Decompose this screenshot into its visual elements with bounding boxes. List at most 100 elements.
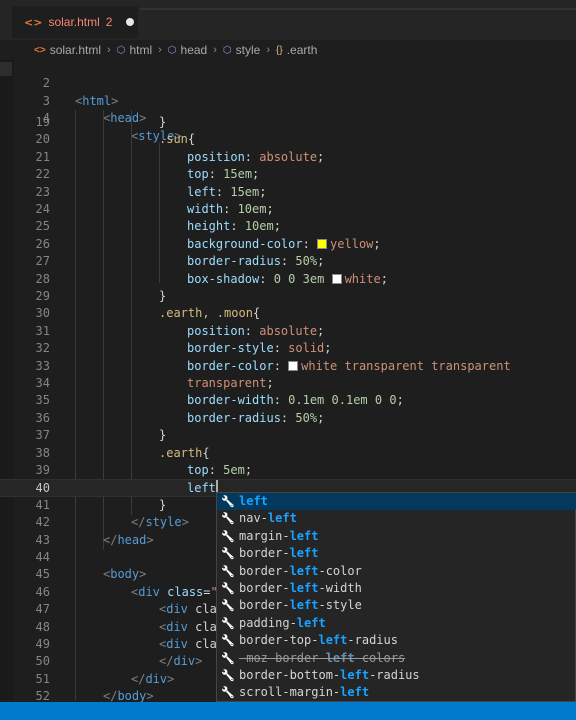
unsaved-dot-icon[interactable] bbox=[126, 18, 135, 26]
line-code: transparent; bbox=[187, 376, 274, 390]
suggestion-item[interactable]: 🔧 left bbox=[217, 493, 576, 511]
suggestion-label: left bbox=[239, 494, 268, 508]
suggestion-item[interactable]: 🔧 margin-left bbox=[217, 528, 576, 545]
sticky-line[interactable]: 2 <html> bbox=[0, 58, 576, 107]
code-line[interactable]: 30 .earth, .moon{ bbox=[0, 305, 576, 322]
line-code: .earth, .moon{ bbox=[159, 306, 261, 321]
sticky-line[interactable]: 4 <style> bbox=[0, 93, 576, 142]
line-code: left: 15em; bbox=[187, 184, 267, 199]
breadcrumb-item-style[interactable]: ⬡ style bbox=[223, 43, 260, 57]
line-number: 20 bbox=[35, 132, 50, 147]
line-number: 25 bbox=[35, 219, 50, 234]
code-line[interactable]: 35 border-width: 0.1em 0.1em 0 0; bbox=[0, 392, 576, 409]
suggestion-label: margin-left bbox=[239, 528, 319, 543]
code-line[interactable]: 28 box-shadow: 0 0 3em white; bbox=[0, 271, 576, 288]
line-number: 46 bbox=[35, 584, 50, 599]
code-line[interactable]: 38 .earth{ bbox=[0, 445, 576, 462]
suggestion-item[interactable]: 🔧 border-left-width bbox=[217, 580, 576, 597]
autocomplete-suggestions[interactable]: 🔧 left 🔧 nav-left 🔧 margin-left 🔧 border-left 🔧 b… bbox=[216, 492, 576, 702]
breadcrumb-item-file[interactable]: <> solar.html bbox=[34, 43, 101, 57]
element-icon: ⬡ bbox=[167, 44, 177, 56]
line-number: 34 bbox=[35, 376, 50, 390]
code-line[interactable]: 25 height: 10em; bbox=[0, 218, 576, 235]
line-code: <div cla bbox=[159, 602, 217, 617]
property-wrench-icon: 🔧 bbox=[221, 634, 235, 648]
line-number: 49 bbox=[35, 637, 50, 651]
line-code: </style> bbox=[131, 515, 189, 530]
code-line[interactable]: 24 width: 10em; bbox=[0, 201, 576, 218]
line-code: background-color: yellow; bbox=[187, 236, 381, 251]
suggestion-item[interactable]: 🔧 padding-left bbox=[217, 615, 576, 632]
suggestion-item[interactable]: 🔧 nav-left bbox=[217, 510, 576, 527]
tab-filename: solar.html bbox=[48, 15, 100, 29]
line-code: <div cla bbox=[159, 619, 217, 634]
code-line[interactable]: 19} bbox=[0, 114, 576, 131]
code-line[interactable]: 32 border-style: solid; bbox=[0, 340, 576, 357]
code-line[interactable]: 39 top: 5em; bbox=[0, 462, 576, 479]
line-code: } bbox=[159, 497, 167, 512]
chevron-right-icon: › bbox=[158, 44, 162, 56]
suggestion-item[interactable]: 🔧 border-left-color bbox=[217, 563, 576, 580]
property-wrench-icon: 🔧 bbox=[221, 599, 235, 613]
chevron-right-icon: › bbox=[213, 44, 217, 56]
code-line[interactable]: 20 .sun{ bbox=[0, 131, 576, 148]
line-number: 45 bbox=[35, 567, 50, 582]
suggestion-label: nav-left bbox=[239, 511, 297, 526]
suggestion-label: border-left bbox=[239, 546, 319, 561]
suggestion-item[interactable]: 🔧 border-top-left-radius bbox=[217, 632, 576, 649]
line-code: </div> bbox=[159, 654, 203, 669]
tab-solar-html[interactable]: <> solar.html 2 bbox=[12, 6, 138, 38]
code-line[interactable]: 21 position: absolute; bbox=[0, 149, 576, 166]
property-wrench-icon: 🔧 bbox=[221, 686, 235, 700]
tab-problem-count: 2 bbox=[105, 15, 113, 29]
line-number: 24 bbox=[35, 202, 50, 216]
code-line[interactable]: 36 border-radius: 50%; bbox=[0, 410, 576, 427]
code-line[interactable]: 23 left: 15em; bbox=[0, 184, 576, 201]
line-code: } bbox=[159, 428, 167, 443]
line-number: 36 bbox=[35, 410, 50, 425]
line-number: 31 bbox=[35, 323, 50, 338]
line-number: 21 bbox=[35, 149, 50, 164]
code-line[interactable]: 29} bbox=[0, 288, 576, 305]
suggestion-item[interactable]: 🔧 -moz-border-left-colors bbox=[217, 650, 576, 667]
line-number: 33 bbox=[35, 358, 50, 373]
suggestion-label: border-left-style bbox=[239, 598, 362, 613]
line-number: 48 bbox=[35, 619, 50, 634]
line-number: 29 bbox=[35, 289, 50, 303]
code-line[interactable]: 37} bbox=[0, 427, 576, 444]
code-line[interactable]: 26 background-color: yellow; bbox=[0, 236, 576, 253]
line-code: position: absolute; bbox=[187, 323, 325, 338]
line-number: 50 bbox=[35, 654, 50, 669]
suggestion-item[interactable]: 🔧 border-left bbox=[217, 545, 576, 562]
line-number: 41 bbox=[35, 497, 50, 512]
code-line[interactable]: 22 top: 15em; bbox=[0, 166, 576, 183]
suggestion-label: border-left-width bbox=[239, 581, 362, 595]
line-number: 51 bbox=[35, 671, 50, 686]
line-number: 38 bbox=[35, 445, 50, 460]
suggestion-item[interactable]: 🔧 border-bottom-left-radius bbox=[217, 667, 576, 684]
line-number: 26 bbox=[35, 236, 50, 251]
code-line[interactable]: 34 transparent; bbox=[0, 375, 576, 392]
breadcrumb-item-head[interactable]: ⬡ head bbox=[168, 43, 207, 57]
code-line[interactable]: 27 border-radius: 50%; bbox=[0, 253, 576, 270]
suggestion-item[interactable]: 🔧 scroll-margin-left bbox=[217, 684, 576, 701]
line-number: 32 bbox=[35, 341, 50, 356]
suggestion-item[interactable]: 🔧 border-left-style bbox=[217, 597, 576, 614]
property-wrench-icon: 🔧 bbox=[221, 495, 235, 508]
code-line[interactable]: 31 position: absolute; bbox=[0, 323, 576, 340]
line-code: border-width: 0.1em 0.1em 0 0; bbox=[187, 393, 404, 408]
line-number: 19 bbox=[35, 115, 50, 129]
sticky-line[interactable]: 3 <head> bbox=[0, 75, 576, 125]
line-code: box-shadow: 0 0 3em white; bbox=[187, 271, 388, 286]
line-code: top: 15em; bbox=[187, 167, 260, 182]
breadcrumb-item-earth[interactable]: {} .earth bbox=[276, 43, 317, 57]
property-wrench-icon: 🔧 bbox=[221, 564, 235, 578]
line-code: border-color: white transparent transpar… bbox=[187, 358, 511, 373]
line-number: 27 bbox=[35, 254, 50, 269]
property-wrench-icon: 🔧 bbox=[221, 651, 235, 665]
code-line[interactable]: 33 border-color: white transparent transp… bbox=[0, 358, 576, 375]
line-code: <body> bbox=[103, 567, 147, 582]
suggestion-label: border-bottom-left-radius bbox=[239, 668, 420, 682]
line-number: 44 bbox=[35, 550, 50, 564]
breadcrumb-item-html[interactable]: ⬡ html bbox=[117, 43, 152, 57]
